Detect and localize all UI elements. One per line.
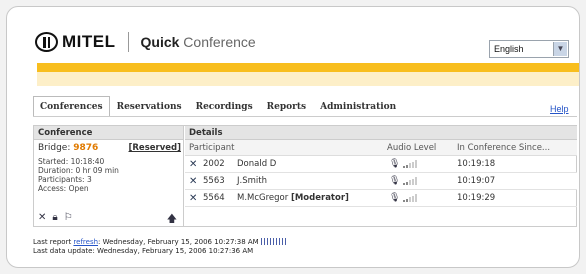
since-cell: 10:19:18	[457, 159, 496, 169]
tab-conferences[interactable]: Conferences	[33, 96, 110, 116]
disconnect-icon[interactable]: ✕	[189, 193, 201, 204]
participant-name: M.McGregor	[237, 193, 289, 203]
product-title-bold: Quick	[140, 34, 180, 50]
arrow-up-icon[interactable]: 🡅	[167, 212, 177, 229]
last-data-update: Last data update: Wednesday, February 15…	[33, 247, 254, 255]
extension: 5563	[203, 176, 225, 186]
microphone-icon[interactable]: 🎙︎	[389, 193, 403, 203]
tab-reports[interactable]: Reports	[259, 96, 314, 116]
participant-cell: ✕ 2002 Donald D	[185, 159, 383, 170]
reserved-link[interactable]: [Reserved]	[129, 143, 182, 153]
audio-level-bars	[403, 177, 417, 185]
microphone-icon[interactable]: 🎙︎	[389, 176, 403, 186]
last-report-line: Last report refresh: Wednesday, February…	[33, 238, 287, 247]
chevron-down-icon[interactable]: ▼	[553, 42, 567, 56]
last-report-prefix: Last report	[33, 238, 72, 246]
access-text: Access: Open	[38, 184, 89, 193]
since-cell: 10:19:07	[457, 176, 496, 186]
details-column-headers: Participant Audio Level In Conference Si…	[185, 140, 577, 156]
last-report-time: : Wednesday, February 15, 2006 10:27:38 …	[98, 238, 259, 246]
language-select-value: English	[494, 44, 524, 54]
since-cell: 10:19:29	[457, 193, 496, 203]
participant-cell: ✕ 5563 J.Smith	[185, 176, 383, 187]
end-conference-icon[interactable]: ✕	[38, 212, 46, 223]
header-divider	[127, 32, 129, 52]
refresh-link[interactable]: refresh	[73, 238, 98, 246]
audio-level-cell: 🎙︎	[383, 159, 453, 169]
bridge-line: Bridge: 9876 [Reserved]	[34, 140, 183, 155]
bridge-actions: ✕ 🔒︎ ⚐	[38, 212, 73, 223]
tab-underline	[33, 116, 577, 117]
tab-recordings[interactable]: Recordings	[188, 96, 260, 116]
duration-text: Duration: 0 hr 09 min	[38, 166, 119, 175]
add-participant-icon[interactable]: ⚐	[64, 212, 73, 223]
since-header: In Conference Since...	[457, 143, 551, 153]
audio-level-cell: 🎙︎	[383, 193, 453, 203]
tab-administration[interactable]: Administration	[313, 96, 404, 116]
disconnect-icon[interactable]: ✕	[189, 176, 201, 187]
conference-panel: Conference Bridge: 9876 [Reserved] Start…	[33, 125, 577, 227]
microphone-icon[interactable]: 🎙︎	[389, 159, 403, 169]
table-row: ✕ 2002 Donald D 🎙︎ 10:19:18	[185, 156, 577, 173]
extension: 5564	[203, 193, 225, 203]
lock-icon[interactable]: 🔒︎	[52, 212, 57, 223]
table-row: ✕ 5563 J.Smith 🎙︎ 10:19:07	[185, 173, 577, 190]
moderator-badge: [Moderator]	[290, 193, 349, 203]
table-row: ✕ 5564 M.McGregor [Moderator] 🎙︎ 10:19:2…	[185, 190, 577, 207]
audio-level-header: Audio Level	[387, 143, 437, 153]
audio-level-bars	[403, 194, 417, 202]
participant-name: J.Smith	[237, 176, 267, 186]
details-heading: Details	[185, 126, 577, 140]
extension: 2002	[203, 159, 225, 169]
conference-column: Conference Bridge: 9876 [Reserved] Start…	[34, 126, 184, 226]
refresh-progress-indicator	[260, 238, 287, 245]
product-title: Quick Conference	[141, 34, 256, 50]
participants-text: Participants: 3	[38, 175, 92, 184]
tab-reservations[interactable]: Reservations	[109, 96, 189, 116]
footer-status: Last report refresh: Wednesday, February…	[33, 238, 287, 256]
app-frame: MITEL Quick Conference English ▼ Confere…	[6, 6, 580, 268]
participant-header: Participant	[189, 143, 235, 153]
accent-bar	[37, 63, 579, 72]
accent-band	[37, 72, 579, 86]
participant-name: Donald D	[237, 159, 277, 169]
help-link[interactable]: Help	[550, 104, 569, 114]
conference-heading: Conference	[34, 126, 183, 140]
disconnect-icon[interactable]: ✕	[189, 159, 201, 170]
details-column: Details Participant Audio Level In Confe…	[185, 126, 577, 226]
mitel-logo-icon	[35, 32, 58, 52]
started-text: Started: 10:18:40	[38, 157, 105, 166]
audio-level-bars	[403, 160, 417, 168]
tab-bar: Conferences Reservations Recordings Repo…	[33, 96, 404, 116]
conference-info: Started: 10:18:40 Duration: 0 hr 09 min …	[34, 155, 183, 193]
brand-name: MITEL	[62, 32, 116, 51]
language-select[interactable]: English ▼	[489, 40, 569, 58]
bridge-label: Bridge:	[38, 143, 71, 153]
product-title-light: Conference	[183, 34, 256, 50]
bridge-number: 9876	[73, 143, 99, 153]
participant-cell: ✕ 5564 M.McGregor [Moderator]	[185, 193, 383, 204]
mitel-logo: MITEL Quick Conference	[35, 32, 256, 52]
audio-level-cell: 🎙︎	[383, 176, 453, 186]
